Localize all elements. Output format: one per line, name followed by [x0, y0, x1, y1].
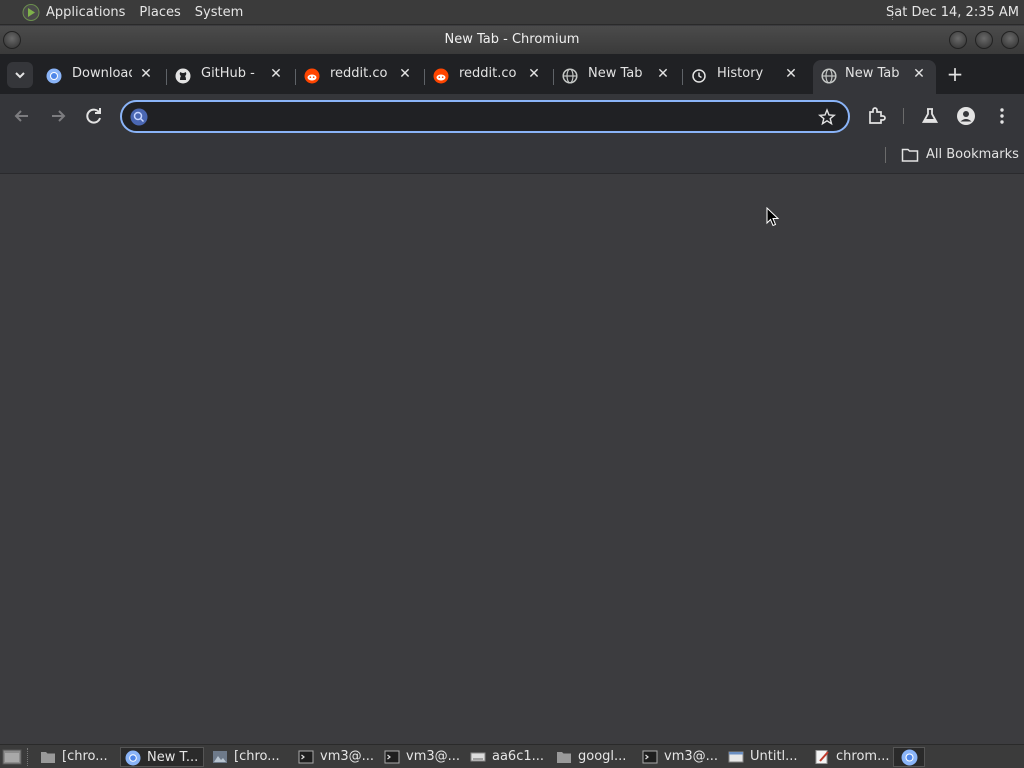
taskbar-item-active[interactable]: New T... [120, 747, 204, 767]
globe-icon [562, 68, 578, 84]
close-tab-icon[interactable]: ✕ [138, 66, 154, 82]
tab-history[interactable]: History ✕ [685, 60, 807, 94]
show-desktop-icon[interactable] [2, 748, 22, 766]
github-icon [175, 68, 191, 84]
globe-icon [821, 68, 837, 84]
folder-icon [41, 752, 55, 763]
plus-icon: + [946, 62, 964, 86]
mouse-cursor-icon [766, 207, 780, 227]
image-icon [213, 751, 227, 763]
tab-label: History [717, 66, 764, 81]
tab-downloads[interactable]: Downloads ✕ [40, 60, 160, 94]
taskbar-item[interactable]: vm3@... [638, 747, 720, 767]
tab-separator [682, 69, 683, 85]
taskbar-item[interactable]: googl... [552, 747, 634, 767]
minimize-button[interactable] [949, 31, 967, 49]
labs-flask-icon[interactable] [918, 104, 942, 128]
tab-label: reddit.com [459, 66, 517, 81]
all-bookmarks-label: All Bookmarks [926, 147, 1019, 162]
tab-reddit-1[interactable]: reddit.com ✕ [298, 60, 420, 94]
bookmarks-bar: All Bookmarks [0, 138, 1024, 174]
tab-label: reddit.com [330, 66, 388, 81]
close-tab-icon[interactable]: ✕ [655, 66, 671, 82]
terminal-icon [298, 750, 314, 764]
profile-icon[interactable] [954, 104, 978, 128]
close-tab-icon[interactable]: ✕ [526, 66, 542, 82]
close-tab-icon[interactable]: ✕ [268, 66, 284, 82]
chevron-down-icon [15, 72, 25, 79]
chrome-icon [46, 68, 62, 84]
chromium-icon [901, 749, 918, 766]
window-menu-button[interactable] [3, 31, 21, 49]
tab-label: Downloads [72, 66, 132, 81]
window-title: New Tab - Chromium [444, 32, 580, 47]
close-tab-icon[interactable]: ✕ [397, 66, 413, 82]
taskbar-item[interactable]: vm3@... [294, 747, 376, 767]
more-menu-icon[interactable] [990, 104, 1014, 128]
close-window-button[interactable] [1001, 31, 1019, 49]
maximize-button[interactable] [975, 31, 993, 49]
taskbar-item[interactable]: vm3@... [380, 747, 462, 767]
bottom-taskbar: [chro... New T... [chro... vm3@... vm3@.… [0, 744, 1024, 768]
folder-icon [557, 752, 571, 763]
tab-separator [166, 69, 167, 85]
menu-places[interactable]: Places [139, 5, 180, 20]
folder-icon [901, 148, 919, 162]
bookmark-star-icon[interactable] [818, 108, 836, 126]
window-icon [728, 751, 744, 763]
keyboard-icon [470, 752, 486, 762]
clock[interactable]: Sat Dec 14, 2:35 AM [886, 0, 1019, 25]
taskbar-item[interactable]: [chro... [36, 747, 116, 767]
tab-new-tab-active[interactable]: New Tab ✕ [813, 60, 936, 94]
tab-label: GitHub - g [201, 66, 259, 81]
tab-label: New Tab [588, 66, 643, 81]
tab-strip: Downloads ✕ GitHub - g ✕ reddit.com ✕ re… [0, 54, 1024, 94]
toolbar-separator [903, 108, 904, 124]
taskbar-item[interactable]: [chro... [208, 747, 290, 767]
back-button[interactable] [10, 104, 34, 128]
tab-separator [295, 69, 296, 85]
omnibox[interactable] [120, 100, 850, 133]
reload-button[interactable] [82, 104, 106, 128]
page-content[interactable] [0, 175, 1024, 744]
window-titlebar[interactable]: New Tab - Chromium [0, 26, 1024, 54]
terminal-icon [642, 750, 658, 764]
menu-applications[interactable]: Applications [46, 5, 125, 20]
search-icon [130, 108, 148, 126]
top-panel: Applications Places System Sat Dec 14, 2… [0, 0, 1024, 25]
taskbar-separator [27, 748, 29, 766]
taskbar-item[interactable]: chrom... [810, 747, 890, 767]
tab-new-tab[interactable]: New Tab ✕ [556, 60, 678, 94]
tab-separator [553, 69, 554, 85]
address-input[interactable] [156, 107, 806, 127]
extensions-icon[interactable] [864, 104, 888, 128]
tab-separator [424, 69, 425, 85]
all-bookmarks-button[interactable]: All Bookmarks [901, 144, 1019, 166]
tab-github[interactable]: GitHub - g ✕ [169, 60, 291, 94]
tray-chromium-button[interactable] [893, 747, 925, 767]
taskbar-item[interactable]: aa6c1... [466, 747, 548, 767]
close-tab-icon[interactable]: ✕ [911, 66, 927, 82]
tab-reddit-2[interactable]: reddit.com ✕ [427, 60, 549, 94]
history-icon [692, 69, 706, 83]
new-tab-button[interactable]: + [944, 64, 966, 86]
terminal-icon [384, 750, 400, 764]
tab-search-button[interactable] [7, 62, 33, 88]
forward-button[interactable] [46, 104, 70, 128]
chromium-icon [125, 750, 141, 766]
menu-system[interactable]: System [195, 5, 243, 20]
close-tab-icon[interactable]: ✕ [783, 66, 799, 82]
reddit-icon [304, 68, 320, 84]
tab-label: New Tab [845, 66, 900, 81]
reddit-icon [433, 68, 449, 84]
taskbar-item[interactable]: Untitl... [724, 747, 806, 767]
text-editor-icon [815, 750, 829, 764]
bookmarks-separator [885, 147, 886, 163]
